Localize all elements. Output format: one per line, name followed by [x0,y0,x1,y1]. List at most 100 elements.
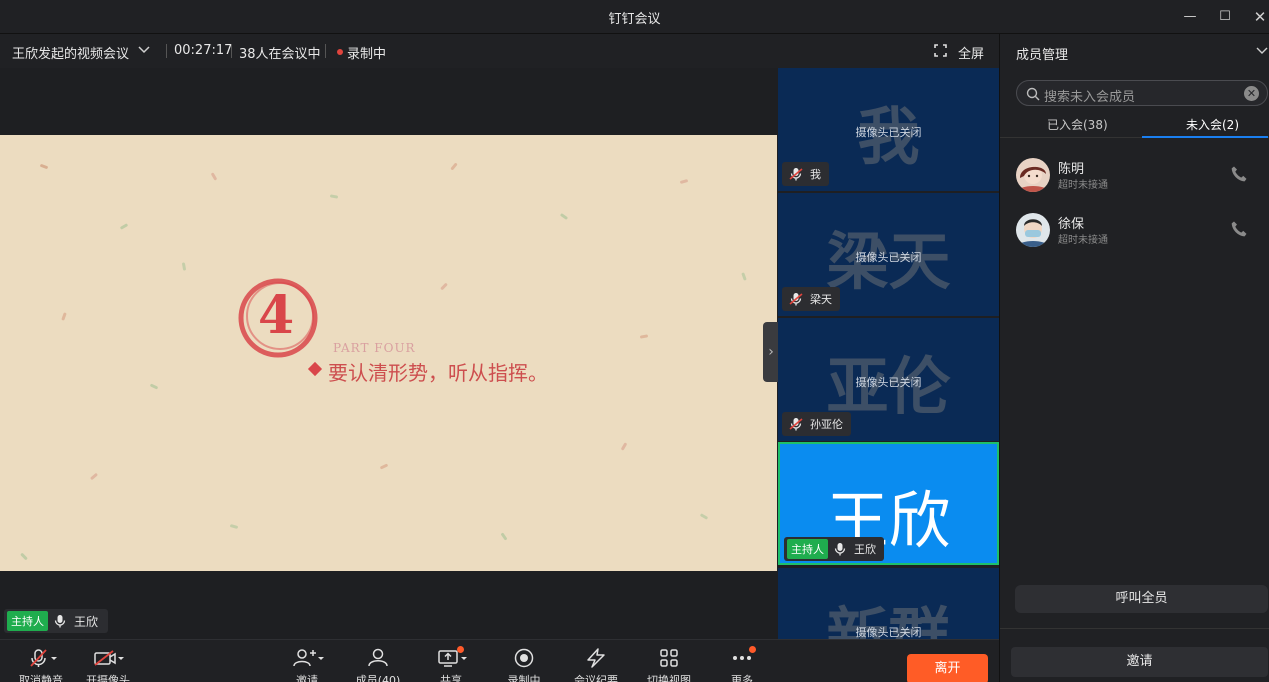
member-status: 超时未接通 [1058,180,1108,191]
speaker-tag: 主持人 王欣 [4,609,109,633]
camera-off-status: 摄像头已关闭 [855,626,922,639]
share-button[interactable]: 共享 [416,648,486,682]
collapse-tiles-button[interactable]: › [763,322,779,382]
host-badge: 主持人 [7,611,48,631]
mic-off-icon [789,293,803,306]
participant-tile[interactable]: 亚伦 摄像头已关闭 孙亚伦 [778,318,999,441]
phone-icon[interactable] [1230,165,1248,183]
title-bar: 钉钉会议 — ☐ ✕ [0,0,1269,34]
window-title: 钉钉会议 [608,12,661,27]
clear-icon[interactable]: ✕ [1244,86,1259,101]
tab-not-joined[interactable]: 未入会(2) [1186,116,1239,133]
tile-name: 我 [810,168,821,181]
call-all-button[interactable]: 呼叫全员 [1015,585,1268,613]
camera-off-status: 摄像头已关闭 [855,251,922,264]
participant-tiles: 我 摄像头已关闭 我 梁天 摄像头已关闭 梁天 亚伦 摄像头已关闭 孙亚伦 王欣… [778,68,999,639]
part-label: PART FOUR [333,341,416,355]
add-user-icon [293,649,324,667]
member-row[interactable]: 徐保 超时未接通 [1000,205,1269,253]
part-number: 4 [258,285,295,346]
mic-off-icon [789,168,803,181]
more-label: 更多 [731,674,753,682]
camera-off-status: 摄像头已关闭 [855,126,922,139]
members-label: 成员(40) [355,674,401,682]
participant-tile[interactable]: 我 摄像头已关闭 我 [778,68,999,191]
host-badge: 主持人 [787,539,828,559]
divider [325,44,326,58]
active-tab-indicator [1142,136,1268,138]
search-placeholder: 搜索未入会成员 [1044,90,1136,105]
tile-name: 王欣 [854,543,876,556]
mic-off-icon [789,418,803,431]
member-management-panel: 成员管理 搜索未入会成员 ✕ 已入会(38) 未入会(2) 陈明 超时未接通 徐… [999,34,1269,682]
shared-screen-stage: 4 PART FOUR 要认清形势，听从指挥。 [0,68,777,639]
camera-off-icon [94,650,124,666]
camera-button[interactable]: 开摄像头 [73,648,143,682]
invite-label: 邀请 [296,674,318,682]
presentation-slide: 4 PART FOUR 要认清形势，听从指挥。 [0,135,777,571]
slide-headline: 要认清形势，听从指挥。 [328,361,548,385]
recording-label: 录制中 [507,674,541,682]
tile-name-tag: 主持人 王欣 [784,537,884,561]
fullscreen-icon[interactable] [934,44,947,57]
member-tabs: 已入会(38) 未入会(2) [1000,112,1269,138]
members-icon [368,648,388,667]
minutes-button[interactable]: 会议纪要 [561,648,631,682]
bullet-diamond-icon [307,361,323,377]
share-label: 共享 [440,674,462,682]
recording-status: 录制中 [347,47,387,62]
member-search-field[interactable]: 搜索未入会成员 ✕ [1016,80,1268,106]
tile-name: 梁天 [810,293,832,306]
chevron-down-icon[interactable] [137,42,151,56]
tab-joined[interactable]: 已入会(38) [1047,116,1108,133]
member-name: 陈明 [1058,162,1085,177]
participant-tile[interactable]: 梁天 摄像头已关闭 梁天 [778,193,999,316]
member-row[interactable]: 陈明 超时未接通 [1000,150,1269,198]
more-button[interactable]: 更多 [707,648,777,682]
avatar [1016,158,1050,192]
minimize-button[interactable]: — [1178,6,1202,28]
meeting-toolbar: 取消静音 开摄像头 邀请 成员(40) 共享 录制中 会议纪要 切换视图 更多 … [0,639,999,682]
mic-icon [834,543,846,556]
member-status: 超时未接通 [1058,235,1108,246]
camera-off-status: 摄像头已关闭 [855,376,922,389]
speaker-name: 王欣 [74,614,99,629]
attendee-count: 38人在会议中 [239,47,321,62]
recording-button[interactable]: 录制中 [489,648,559,682]
mic-icon [54,615,66,628]
meeting-app: 钉钉会议 — ☐ ✕ 王欣发起的视频会议 00:27:17 38人在会议中 录制… [0,0,1269,682]
minutes-label: 会议纪要 [574,674,618,682]
search-icon [1026,87,1040,101]
share-notification-dot [457,646,464,653]
tile-name: 孙亚伦 [810,418,843,431]
leave-button[interactable]: 离开 [907,654,988,682]
more-notification-dot [749,646,756,653]
members-button[interactable]: 成员(40) [343,648,413,682]
tile-name-tag: 孙亚伦 [782,412,851,436]
camera-label: 开摄像头 [86,674,130,682]
switch-view-button[interactable]: 切换视图 [634,648,704,682]
participant-tile[interactable]: 新群 摄像头已关闭 [778,568,999,639]
fullscreen-button[interactable]: 全屏 [958,43,984,62]
switch-view-label: 切换视图 [647,674,691,682]
divider [166,44,167,58]
close-button[interactable]: ✕ [1248,6,1269,28]
maximize-button[interactable]: ☐ [1213,6,1237,28]
phone-icon[interactable] [1230,220,1248,238]
meeting-info-bar: 王欣发起的视频会议 00:27:17 38人在会议中 录制中 全屏 [0,34,999,68]
invite-button[interactable]: 邀请 [1011,647,1268,677]
member-name: 徐保 [1058,217,1085,232]
tile-name-tag: 我 [782,162,829,186]
panel-title: 成员管理 [1016,48,1069,63]
meeting-title[interactable]: 王欣发起的视频会议 [12,43,129,62]
minutes-icon [587,648,605,668]
divider [1000,628,1269,629]
grid-view-icon [660,649,678,667]
avatar [1016,213,1050,247]
divider [231,44,232,58]
chevron-down-icon[interactable] [1256,44,1268,56]
tile-name-tag: 梁天 [782,287,840,311]
unmute-button[interactable]: 取消静音 [6,648,76,682]
invite-toolbar-button[interactable]: 邀请 [272,648,342,682]
participant-tile-active-speaker[interactable]: 王欣 主持人 王欣 [778,442,999,565]
